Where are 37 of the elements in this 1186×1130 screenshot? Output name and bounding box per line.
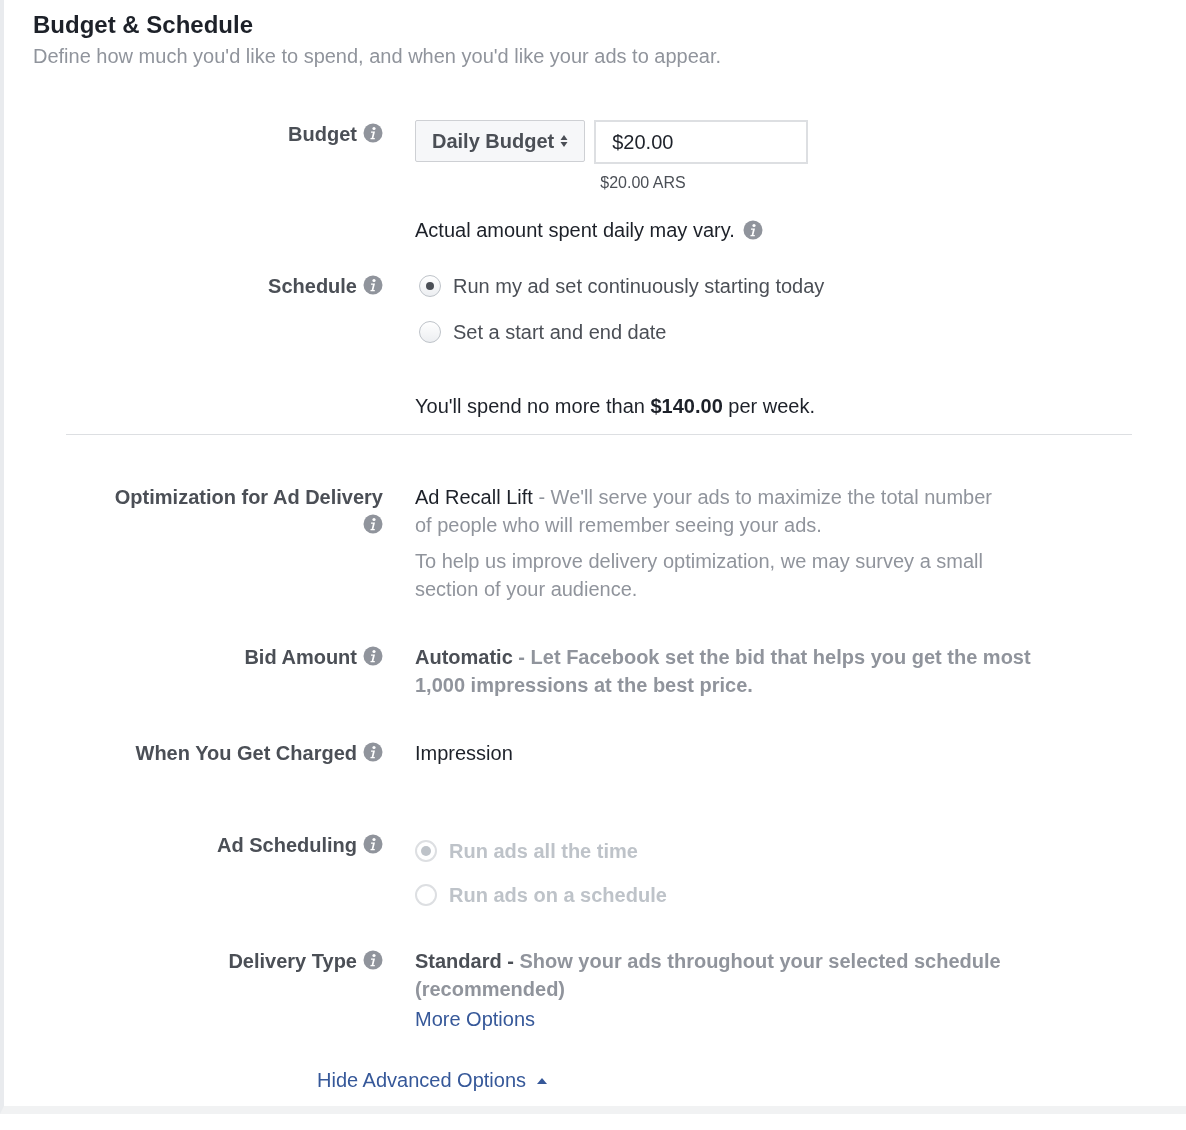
radio-label: Run ads all the time [449,839,638,864]
radio-label: Run my ad set continuously starting today [453,274,825,299]
budget-note: Actual amount spent daily may vary. [415,218,735,243]
field-label: Optimization for Ad Delivery [114,486,383,508]
info-icon[interactable] [363,950,383,970]
survey-note: To help us improve delivery optimization, we may survey a small section of your audience. [415,549,984,602]
spend-summary: You'll spend no more than $140.00 per week. [415,394,817,419]
info-icon[interactable] [742,220,763,240]
sort-caret-icon [560,134,569,148]
radio-label: Set a start and end date [453,320,667,345]
field-label: Schedule [268,275,357,297]
radio-button[interactable] [419,275,441,297]
field-label: Delivery Type [228,950,357,972]
info-icon[interactable] [363,275,383,295]
charge-value: Impression [415,741,513,766]
field-label: Budget [288,123,357,145]
section-subtitle: Define how much you'd like to spend, and when you'd like your ads to appear. [33,44,723,69]
info-icon[interactable] [363,123,383,143]
field-label: Ad Scheduling [217,834,357,856]
info-icon[interactable] [363,646,383,666]
hide-advanced-options-link[interactable]: Hide Advanced Options [317,1069,549,1092]
section-title: Budget & Schedule [33,10,255,40]
more-options-link[interactable]: More Options [415,1005,536,1033]
radio-button[interactable] [419,321,441,343]
radio-label: Run ads on a schedule [449,883,667,908]
caret-up-icon [536,1076,549,1085]
info-icon[interactable] [363,514,383,534]
optimization-description: Ad Recall Lift - We'll serve your ads to maximize the total number of people who will remember seeing your ads. [415,485,994,538]
field-label: When You Get Charged [135,742,357,764]
info-icon[interactable] [363,742,383,762]
budget-type-dropdown[interactable]: Daily Budget [415,120,586,162]
delivery-description: Standard - Show your ads throughout your selected schedule (recommended) [415,949,1002,1002]
budget-amount-field[interactable]: $20.00 [594,120,809,164]
field-label: Bid Amount [244,646,357,668]
bid-description: Automatic - Let Facebook set the bid that helps you get the most 1,000 impressions at the best price. [415,645,1032,698]
converted-amount: $20.00 ARS [599,173,687,193]
info-icon[interactable] [363,834,383,854]
